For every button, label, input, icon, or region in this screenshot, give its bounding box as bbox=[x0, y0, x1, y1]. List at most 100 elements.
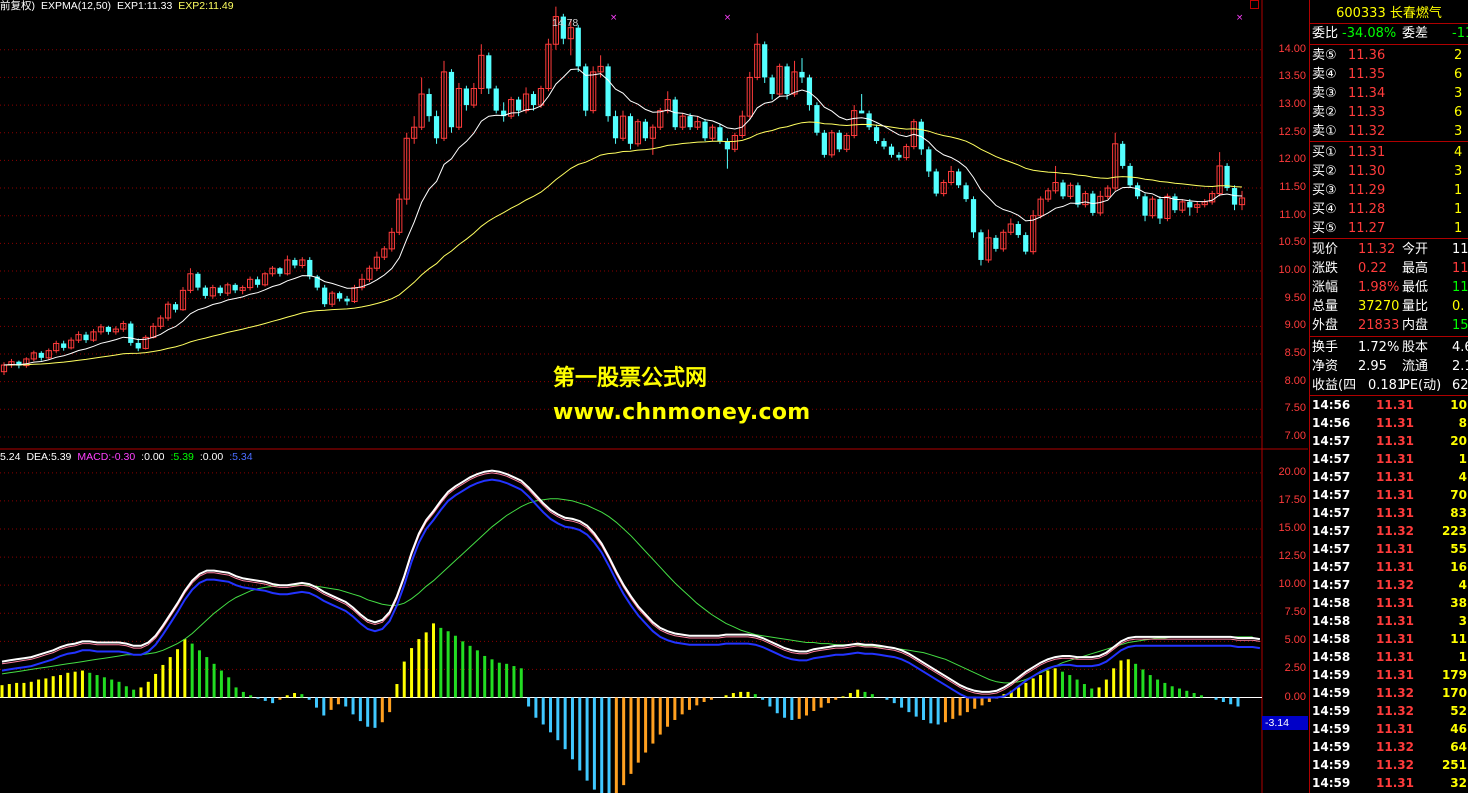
candle-body-down bbox=[933, 171, 939, 194]
candle-body-down bbox=[172, 304, 179, 310]
stat-label: 股本 bbox=[1402, 340, 1429, 355]
candle-body-down bbox=[821, 132, 827, 155]
sell-level-label: 卖③ bbox=[1312, 86, 1337, 101]
buy-level-label: 买① bbox=[1312, 145, 1337, 160]
sell-level-row[interactable]: 卖⑤ 11.36 2 bbox=[1312, 46, 1468, 65]
tick-volume: 64 bbox=[1450, 740, 1467, 754]
tick-row[interactable]: 14:59 11.32 251 bbox=[1312, 756, 1468, 774]
price-tick-label: 13.00 bbox=[1278, 98, 1306, 111]
tick-row[interactable]: 14:59 11.32 64 bbox=[1312, 738, 1468, 756]
tick-volume: 52 bbox=[1450, 704, 1467, 718]
tick-time: 14:57 bbox=[1312, 434, 1351, 448]
order-ratio-row[interactable]: 委比-34.08% 委差 -11 bbox=[1312, 24, 1468, 43]
stat-value: 11. bbox=[1452, 280, 1468, 295]
sell-level-row[interactable]: 卖③ 11.34 3 bbox=[1312, 84, 1468, 103]
tick-row[interactable]: 14:57 11.31 16 bbox=[1312, 558, 1468, 576]
quote-stat-row[interactable]: 涨幅 1.98%最低 11. bbox=[1312, 278, 1468, 297]
tick-row[interactable]: 14:58 11.31 11 bbox=[1312, 630, 1468, 648]
macd-legend-item: MACD:-0.30 bbox=[77, 451, 136, 463]
buy-level-row[interactable]: 买④ 11.28 1 bbox=[1312, 200, 1468, 219]
sell-level-row[interactable]: 卖① 11.32 3 bbox=[1312, 122, 1468, 141]
window-corner-icon[interactable] bbox=[1250, 0, 1259, 9]
fundamental-stat-row[interactable]: 净资 2.95 流通 2.17 bbox=[1312, 357, 1468, 376]
stat-label: PE(动) bbox=[1402, 378, 1442, 393]
stat-label: 收益(四 bbox=[1312, 378, 1357, 393]
tick-row[interactable]: 14:59 11.31 32 bbox=[1312, 774, 1468, 792]
buy-level-volume: 1 bbox=[1454, 221, 1463, 236]
buy-level-row[interactable]: 买⑤ 11.27 1 bbox=[1312, 219, 1468, 238]
max-price-label: 14.78 bbox=[552, 17, 579, 29]
tick-row[interactable]: 14:59 11.32 170 bbox=[1312, 684, 1468, 702]
candle-body-down bbox=[627, 116, 634, 144]
quote-stat-row[interactable]: 现价 11.32 今开 11. bbox=[1312, 240, 1468, 259]
tick-time: 14:57 bbox=[1312, 470, 1351, 484]
stat-label: 净资 bbox=[1312, 359, 1339, 374]
sell-level-volume: 2 bbox=[1454, 48, 1463, 63]
tick-row[interactable]: 14:59 11.31 179 bbox=[1312, 666, 1468, 684]
tick-volume: 4 bbox=[1458, 578, 1467, 592]
tick-row[interactable]: 14:57 11.32 4 bbox=[1312, 576, 1468, 594]
macd-tick-label: 15.00 bbox=[1278, 522, 1306, 535]
candle-body-down bbox=[515, 99, 522, 111]
fundamental-stat-row[interactable]: 收益(四 0.181 PE(动) 62 bbox=[1312, 376, 1468, 395]
tick-row[interactable]: 14:57 11.32 223 bbox=[1312, 522, 1468, 540]
quote-stat-row[interactable]: 总量 37270 量比 0. bbox=[1312, 297, 1468, 316]
candle-body-down bbox=[769, 77, 775, 95]
tick-price: 11.31 bbox=[1376, 434, 1414, 448]
tick-row[interactable]: 14:59 11.32 52 bbox=[1312, 702, 1468, 720]
sell-level-row[interactable]: 卖② 11.33 6 bbox=[1312, 103, 1468, 122]
candle-body-down bbox=[292, 259, 298, 266]
tick-row[interactable]: 14:57 11.31 1 bbox=[1312, 450, 1468, 468]
candle-body-down bbox=[762, 44, 768, 78]
fundamental-stat-row[interactable]: 换手 1.72%股本 4.62 bbox=[1312, 338, 1468, 357]
quote-stat-row[interactable]: 外盘 21833内盘 154 bbox=[1312, 316, 1468, 335]
tick-row[interactable]: 14:59 11.31 46 bbox=[1312, 720, 1468, 738]
stock-title[interactable]: 600333 长春燃气 bbox=[1310, 2, 1468, 21]
buy-level-row[interactable]: 买① 11.31 4 bbox=[1312, 143, 1468, 162]
tick-time: 14:57 bbox=[1312, 578, 1351, 592]
tick-row[interactable]: 14:58 11.31 38 bbox=[1312, 594, 1468, 612]
tick-price: 11.31 bbox=[1376, 416, 1414, 430]
stat-label: 内盘 bbox=[1402, 318, 1429, 333]
stat-value: 2.17 bbox=[1452, 359, 1468, 374]
quote-panel[interactable]: 600333 长春燃气 委比-34.08%委差-11 卖⑤11.362卖④11.3… bbox=[1309, 0, 1468, 793]
tick-row[interactable]: 14:56 11.31 8 bbox=[1312, 414, 1468, 432]
tick-row[interactable]: 14:58 11.31 3 bbox=[1312, 612, 1468, 630]
stat-value: 4.62 bbox=[1452, 340, 1468, 355]
price-tick-label: 14.00 bbox=[1278, 42, 1306, 55]
candle-body-down bbox=[888, 146, 895, 155]
price-tick-label: 8.00 bbox=[1284, 374, 1306, 387]
panel-divider bbox=[1310, 336, 1468, 337]
macd-tick-label: 5.00 bbox=[1284, 634, 1306, 647]
kline-chart[interactable]: ×××××× bbox=[0, 0, 1308, 793]
tick-time: 14:58 bbox=[1312, 632, 1351, 646]
tick-row[interactable]: 14:58 11.31 1 bbox=[1312, 648, 1468, 666]
macd-legend-item: DEA:5.39 bbox=[26, 451, 72, 463]
tick-volume: 179 bbox=[1441, 668, 1467, 682]
candle-body-down bbox=[322, 287, 328, 305]
tick-row[interactable]: 14:57 11.31 20 bbox=[1312, 432, 1468, 450]
candle-body-down bbox=[195, 273, 201, 288]
tick-price: 11.31 bbox=[1376, 452, 1414, 466]
candle-body-down bbox=[955, 171, 962, 186]
tick-row[interactable]: 14:57 11.31 83 bbox=[1312, 504, 1468, 522]
tick-row[interactable]: 14:56 11.31 10 bbox=[1312, 396, 1468, 414]
buy-level-row[interactable]: 买② 11.30 3 bbox=[1312, 162, 1468, 181]
signal-marker: × bbox=[724, 13, 732, 23]
tick-price: 11.31 bbox=[1376, 614, 1414, 628]
sell-level-row[interactable]: 卖④ 11.35 6 bbox=[1312, 65, 1468, 84]
buy-level-row[interactable]: 买③ 11.29 1 bbox=[1312, 181, 1468, 200]
candle-body-down bbox=[583, 66, 589, 111]
tick-volume: 20 bbox=[1450, 434, 1467, 448]
tick-price: 11.31 bbox=[1376, 398, 1414, 412]
chart-area[interactable]: ×××××× 前复权)EXPMA(12,50)EXP1:11.33EXP2:11… bbox=[0, 0, 1308, 793]
tick-volume: 10 bbox=[1450, 398, 1467, 412]
stat-label: 涨跌 bbox=[1312, 261, 1339, 276]
candle-body-down bbox=[61, 343, 67, 348]
tick-row[interactable]: 14:57 11.31 70 bbox=[1312, 486, 1468, 504]
candle-body-down bbox=[605, 66, 611, 117]
signal-marker: × bbox=[610, 13, 618, 23]
quote-stat-row[interactable]: 涨跌 0.22 最高 11. bbox=[1312, 259, 1468, 278]
tick-row[interactable]: 14:57 11.31 55 bbox=[1312, 540, 1468, 558]
tick-row[interactable]: 14:57 11.31 4 bbox=[1312, 468, 1468, 486]
